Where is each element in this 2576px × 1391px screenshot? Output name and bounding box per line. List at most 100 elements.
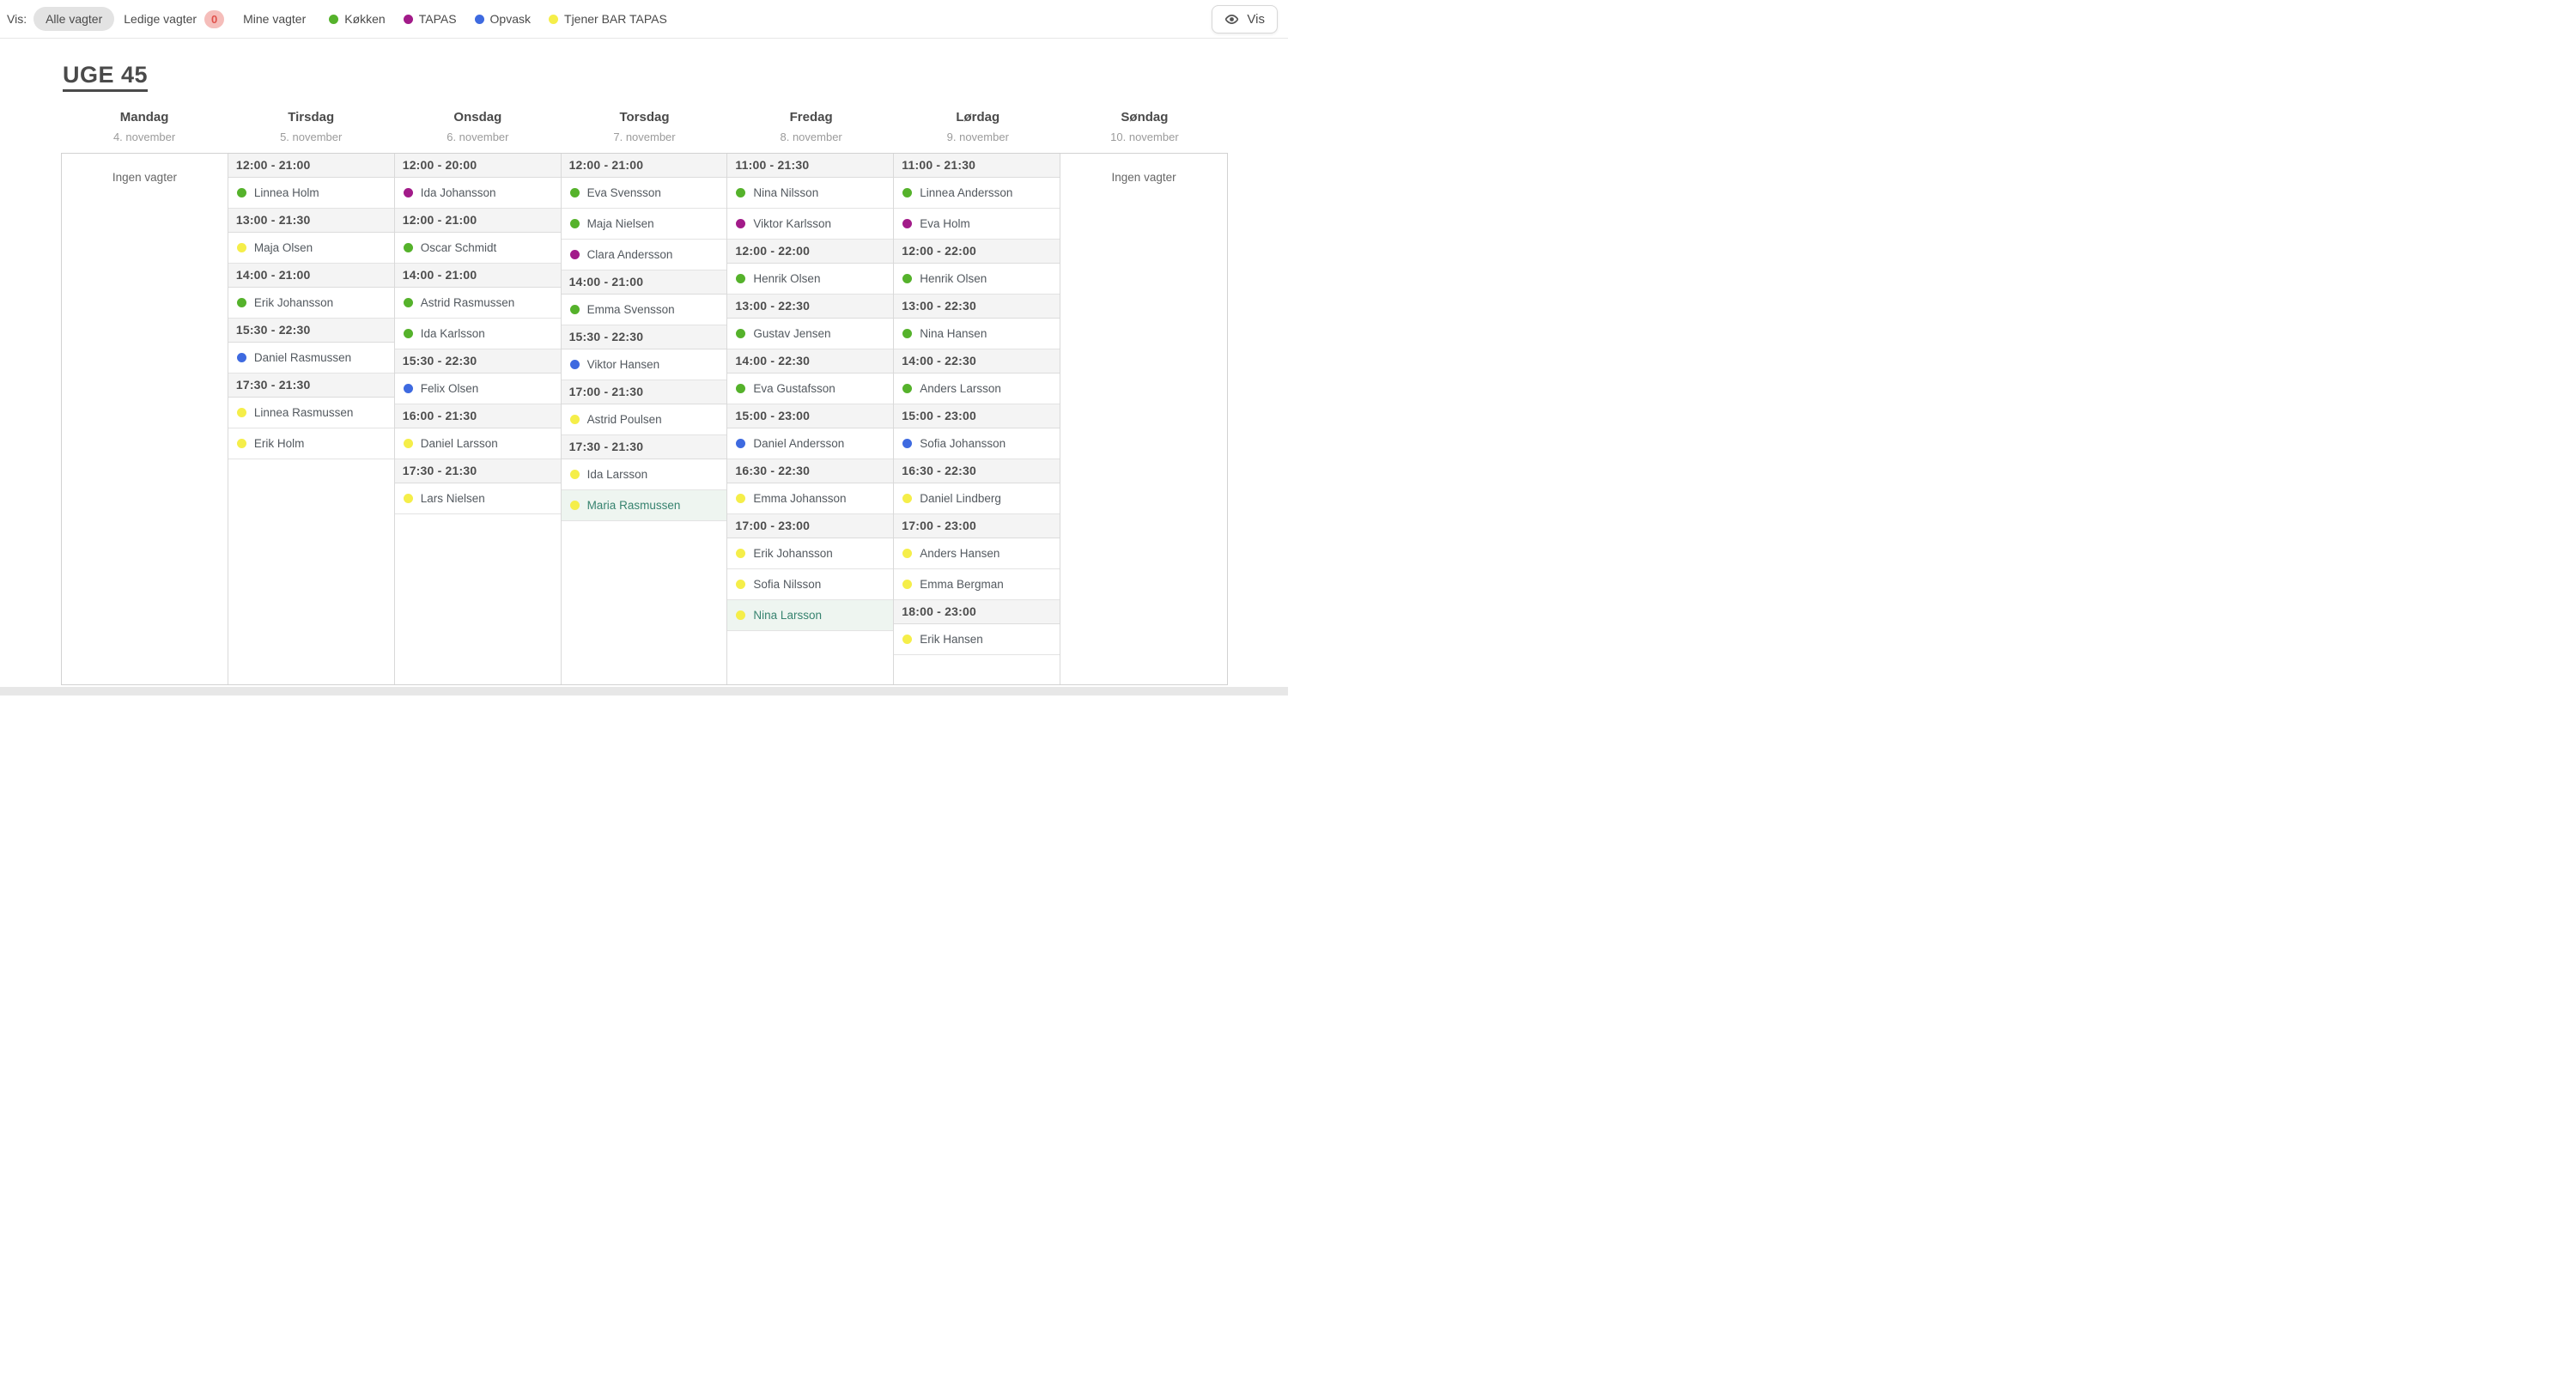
- shift-row[interactable]: Lars Nielsen: [395, 483, 561, 514]
- employee-name: Maria Rasmussen: [587, 499, 681, 512]
- day-header: Onsdag6. november: [394, 110, 561, 143]
- shift-row[interactable]: Emma Svensson: [562, 295, 727, 325]
- shift-time-header[interactable]: 12:00 - 22:00: [727, 240, 893, 264]
- shift-time-header[interactable]: 13:00 - 22:30: [727, 295, 893, 319]
- shift-time-header[interactable]: 16:00 - 21:30: [395, 404, 561, 428]
- shift-row[interactable]: Nina Hansen: [894, 319, 1060, 349]
- legend-item-opvask: Opvask: [475, 12, 531, 26]
- shift-row[interactable]: Viktor Hansen: [562, 349, 727, 380]
- filter-label: Ledige vagter: [124, 12, 197, 26]
- tapas-role-dot-icon: [570, 250, 580, 259]
- shift-time-header[interactable]: 14:00 - 22:30: [727, 349, 893, 374]
- shift-row[interactable]: Henrik Olsen: [894, 264, 1060, 295]
- shift-row[interactable]: Emma Johansson: [727, 483, 893, 514]
- shift-row[interactable]: Erik Johansson: [228, 288, 394, 319]
- view-button-label: Vis: [1247, 12, 1265, 27]
- kitchen-role-dot-icon: [736, 329, 745, 338]
- shift-row[interactable]: Maja Olsen: [228, 233, 394, 264]
- employee-name: Astrid Poulsen: [587, 413, 662, 426]
- shift-row[interactable]: Daniel Andersson: [727, 428, 893, 459]
- shift-time-header[interactable]: 18:00 - 23:00: [894, 600, 1060, 624]
- shift-row[interactable]: Linnea Rasmussen: [228, 398, 394, 428]
- shift-row[interactable]: Daniel Rasmussen: [228, 343, 394, 374]
- shift-row[interactable]: Oscar Schmidt: [395, 233, 561, 264]
- shift-row[interactable]: Henrik Olsen: [727, 264, 893, 295]
- shift-time-header[interactable]: 14:00 - 21:00: [228, 264, 394, 288]
- legend-item-tjener: Tjener BAR TAPAS: [549, 12, 667, 26]
- view-filters: Alle vagterLedige vagter0Mine vagter: [33, 5, 315, 33]
- shift-row[interactable]: Anders Larsson: [894, 374, 1060, 404]
- shift-row[interactable]: Astrid Rasmussen: [395, 288, 561, 319]
- filter-ledige[interactable]: Ledige vagter0: [114, 5, 234, 33]
- shift-row[interactable]: Erik Holm: [228, 428, 394, 459]
- employee-name: Gustav Jensen: [753, 327, 830, 340]
- employee-name: Daniel Andersson: [753, 437, 844, 450]
- shift-time-header[interactable]: 14:00 - 22:30: [894, 349, 1060, 374]
- shift-time-header[interactable]: 17:30 - 21:30: [395, 459, 561, 483]
- shift-row[interactable]: Eva Holm: [894, 209, 1060, 240]
- shift-row[interactable]: Eva Gustafsson: [727, 374, 893, 404]
- shift-row[interactable]: Ida Johansson: [395, 178, 561, 209]
- shift-time-header[interactable]: 12:00 - 21:00: [562, 154, 727, 178]
- shift-time-header[interactable]: 11:00 - 21:30: [727, 154, 893, 178]
- employee-name: Sofia Nilsson: [753, 578, 821, 591]
- shift-time-header[interactable]: 17:00 - 23:00: [727, 514, 893, 538]
- shift-time-header[interactable]: 17:30 - 21:30: [228, 374, 394, 398]
- shift-row[interactable]: Felix Olsen: [395, 374, 561, 404]
- opvask-role-dot-icon: [404, 384, 413, 393]
- shift-time-header[interactable]: 17:00 - 23:00: [894, 514, 1060, 538]
- filter-group: Vis: Alle vagterLedige vagter0Mine vagte…: [7, 5, 667, 33]
- no-shifts-label: Ingen vagter: [62, 154, 228, 184]
- shift-row[interactable]: Maria Rasmussen: [562, 490, 727, 521]
- shift-time-header[interactable]: 15:00 - 23:00: [894, 404, 1060, 428]
- shift-time-header[interactable]: 13:00 - 21:30: [228, 209, 394, 233]
- shift-row[interactable]: Nina Larsson: [727, 600, 893, 631]
- shift-time-header[interactable]: 17:00 - 21:30: [562, 380, 727, 404]
- shift-time-header[interactable]: 15:30 - 22:30: [395, 349, 561, 374]
- shift-time-header[interactable]: 11:00 - 21:30: [894, 154, 1060, 178]
- shift-row[interactable]: Linnea Holm: [228, 178, 394, 209]
- shift-row[interactable]: Erik Johansson: [727, 538, 893, 569]
- tjener-role-dot-icon: [237, 408, 246, 417]
- shift-row[interactable]: Anders Hansen: [894, 538, 1060, 569]
- employee-name: Viktor Karlsson: [753, 217, 831, 230]
- shift-time-header[interactable]: 12:00 - 21:00: [395, 209, 561, 233]
- shift-row[interactable]: Astrid Poulsen: [562, 404, 727, 435]
- shift-row[interactable]: Maja Nielsen: [562, 209, 727, 240]
- shift-time-header[interactable]: 14:00 - 21:00: [562, 270, 727, 295]
- shift-row[interactable]: Sofia Nilsson: [727, 569, 893, 600]
- shift-time-header[interactable]: 14:00 - 21:00: [395, 264, 561, 288]
- shift-row[interactable]: Linnea Andersson: [894, 178, 1060, 209]
- shift-row[interactable]: Nina Nilsson: [727, 178, 893, 209]
- shift-row[interactable]: Daniel Lindberg: [894, 483, 1060, 514]
- filter-alle[interactable]: Alle vagter: [33, 7, 114, 31]
- shift-time-header[interactable]: 15:30 - 22:30: [562, 325, 727, 349]
- shift-row[interactable]: Clara Andersson: [562, 240, 727, 270]
- kitchen-role-dot-icon: [237, 298, 246, 307]
- shift-row[interactable]: Daniel Larsson: [395, 428, 561, 459]
- shift-row[interactable]: Emma Bergman: [894, 569, 1060, 600]
- shift-time-header[interactable]: 13:00 - 22:30: [894, 295, 1060, 319]
- view-button[interactable]: Vis: [1212, 5, 1278, 33]
- shift-row[interactable]: Gustav Jensen: [727, 319, 893, 349]
- shift-row[interactable]: Ida Larsson: [562, 459, 727, 490]
- shift-time-header[interactable]: 12:00 - 22:00: [894, 240, 1060, 264]
- shift-time-header[interactable]: 16:30 - 22:30: [727, 459, 893, 483]
- shift-time-header[interactable]: 16:30 - 22:30: [894, 459, 1060, 483]
- filter-mine[interactable]: Mine vagter: [234, 7, 315, 31]
- shift-row[interactable]: Ida Karlsson: [395, 319, 561, 349]
- shift-time-header[interactable]: 12:00 - 21:00: [228, 154, 394, 178]
- shift-time-header[interactable]: 17:30 - 21:30: [562, 435, 727, 459]
- shift-row[interactable]: Erik Hansen: [894, 624, 1060, 655]
- shift-time-header[interactable]: 12:00 - 20:00: [395, 154, 561, 178]
- shift-time-header[interactable]: 15:30 - 22:30: [228, 319, 394, 343]
- day-header: Mandag4. november: [61, 110, 228, 143]
- shift-row[interactable]: Eva Svensson: [562, 178, 727, 209]
- day-name: Søndag: [1061, 110, 1228, 125]
- legend-item-kitchen: Køkken: [329, 12, 385, 26]
- shift-row[interactable]: Sofia Johansson: [894, 428, 1060, 459]
- shift-time-header[interactable]: 15:00 - 23:00: [727, 404, 893, 428]
- employee-name: Erik Johansson: [753, 547, 832, 560]
- day-column-lordag: 11:00 - 21:30Linnea AnderssonEva Holm12:…: [894, 154, 1060, 684]
- shift-row[interactable]: Viktor Karlsson: [727, 209, 893, 240]
